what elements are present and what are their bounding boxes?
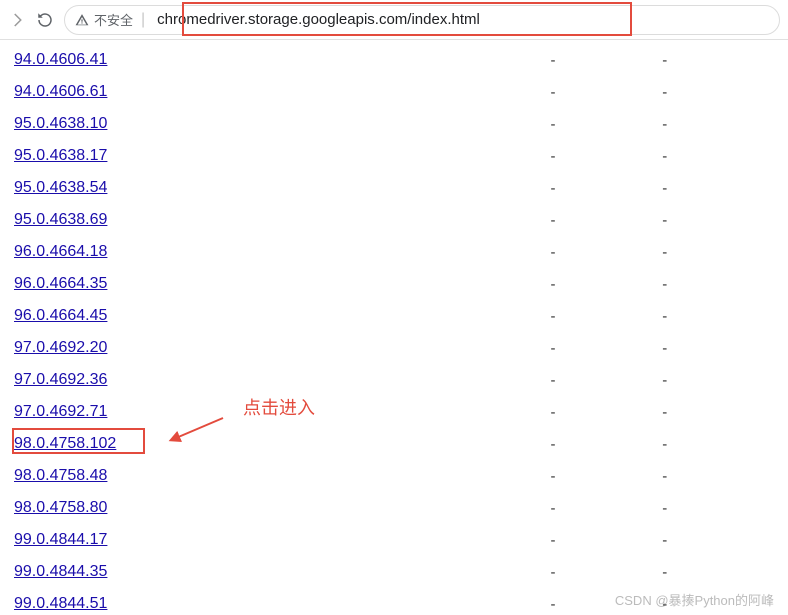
table-row: 99.0.4844.17 -- (14, 524, 774, 556)
col-date: - (662, 364, 774, 396)
col-size: - (550, 76, 662, 108)
warning-icon (75, 13, 89, 27)
table-row: 96.0.4664.35 -- (14, 268, 774, 300)
reload-icon[interactable] (36, 11, 54, 29)
version-link[interactable]: 99.0.4844.51 (14, 595, 107, 613)
col-size: - (550, 108, 662, 140)
version-link[interactable]: 97.0.4692.71 (14, 403, 107, 421)
col-size: - (550, 396, 662, 428)
col-size: - (550, 204, 662, 236)
col-size: - (550, 300, 662, 332)
version-link[interactable]: 95.0.4638.10 (14, 115, 107, 133)
table-row: 97.0.4692.36 -- (14, 364, 774, 396)
table-row: 95.0.4638.17 -- (14, 140, 774, 172)
col-date: - (662, 460, 774, 492)
col-size: - (550, 44, 662, 76)
table-row: 96.0.4664.18 -- (14, 236, 774, 268)
col-date: - (662, 396, 774, 428)
directory-listing: 94.0.4606.41--94.0.4606.61--95.0.4638.10… (0, 40, 788, 615)
table-row: 98.0.4758.102 -- (14, 428, 774, 460)
version-link[interactable]: 97.0.4692.20 (14, 339, 107, 357)
col-size: - (550, 236, 662, 268)
version-link[interactable]: 98.0.4758.48 (14, 467, 107, 485)
browser-toolbar: 不安全 | chromedriver.storage.googleapis.co… (0, 0, 788, 40)
table-row: 94.0.4606.61 -- (14, 76, 774, 108)
table-row: 95.0.4638.69 -- (14, 204, 774, 236)
col-date: - (662, 332, 774, 364)
col-date: - (662, 108, 774, 140)
forward-icon[interactable] (8, 11, 26, 29)
address-bar[interactable]: 不安全 | chromedriver.storage.googleapis.co… (64, 5, 780, 35)
version-link[interactable]: 95.0.4638.17 (14, 147, 107, 165)
version-link[interactable]: 98.0.4758.102 (14, 435, 116, 453)
url-text[interactable]: chromedriver.storage.googleapis.com/inde… (153, 10, 484, 29)
col-size: - (550, 428, 662, 460)
version-link[interactable]: 96.0.4664.18 (14, 243, 107, 261)
col-date: - (662, 140, 774, 172)
col-size: - (550, 460, 662, 492)
version-link[interactable]: 94.0.4606.61 (14, 83, 107, 101)
col-date: - (662, 428, 774, 460)
table-row: 97.0.4692.71 -- (14, 396, 774, 428)
annotation-label: 点击进入 (243, 394, 315, 420)
col-date: - (662, 300, 774, 332)
version-link[interactable]: 95.0.4638.54 (14, 179, 107, 197)
col-size: - (550, 172, 662, 204)
table-row: 95.0.4638.54 -- (14, 172, 774, 204)
col-date: - (662, 524, 774, 556)
version-link[interactable]: 95.0.4638.69 (14, 211, 107, 229)
table-row: 97.0.4692.20 -- (14, 332, 774, 364)
col-date: - (662, 492, 774, 524)
col-date: - (662, 204, 774, 236)
col-size: - (550, 268, 662, 300)
table-row: 94.0.4606.41 -- (14, 44, 774, 76)
table-row: 96.0.4664.45 -- (14, 300, 774, 332)
not-secure-label: 不安全 (94, 10, 133, 29)
version-link[interactable]: 99.0.4844.17 (14, 531, 107, 549)
col-date: - (662, 172, 774, 204)
col-date: - (662, 44, 774, 76)
col-date: - (662, 556, 774, 588)
not-secure-indicator[interactable]: 不安全 (75, 10, 133, 29)
annotation-arrow (168, 416, 228, 451)
col-date: - (662, 236, 774, 268)
table-row: 99.0.4844.35 -- (14, 556, 774, 588)
version-link[interactable]: 96.0.4664.45 (14, 307, 107, 325)
col-size: - (550, 364, 662, 396)
watermark: CSDN @暴揍Python的阿峰 (615, 590, 774, 609)
table-row: 98.0.4758.80 -- (14, 492, 774, 524)
version-link[interactable]: 96.0.4664.35 (14, 275, 107, 293)
col-date: - (662, 268, 774, 300)
version-link[interactable]: 98.0.4758.80 (14, 499, 107, 517)
table-row: 98.0.4758.48 -- (14, 460, 774, 492)
col-size: - (550, 332, 662, 364)
version-table: 94.0.4606.41--94.0.4606.61--95.0.4638.10… (14, 44, 774, 615)
table-row: 95.0.4638.10 -- (14, 108, 774, 140)
col-size: - (550, 556, 662, 588)
col-size: - (550, 524, 662, 556)
col-size: - (550, 492, 662, 524)
version-link[interactable]: 99.0.4844.35 (14, 563, 107, 581)
version-link[interactable]: 97.0.4692.36 (14, 371, 107, 389)
col-size: - (550, 140, 662, 172)
col-date: - (662, 76, 774, 108)
version-link[interactable]: 94.0.4606.41 (14, 51, 107, 69)
